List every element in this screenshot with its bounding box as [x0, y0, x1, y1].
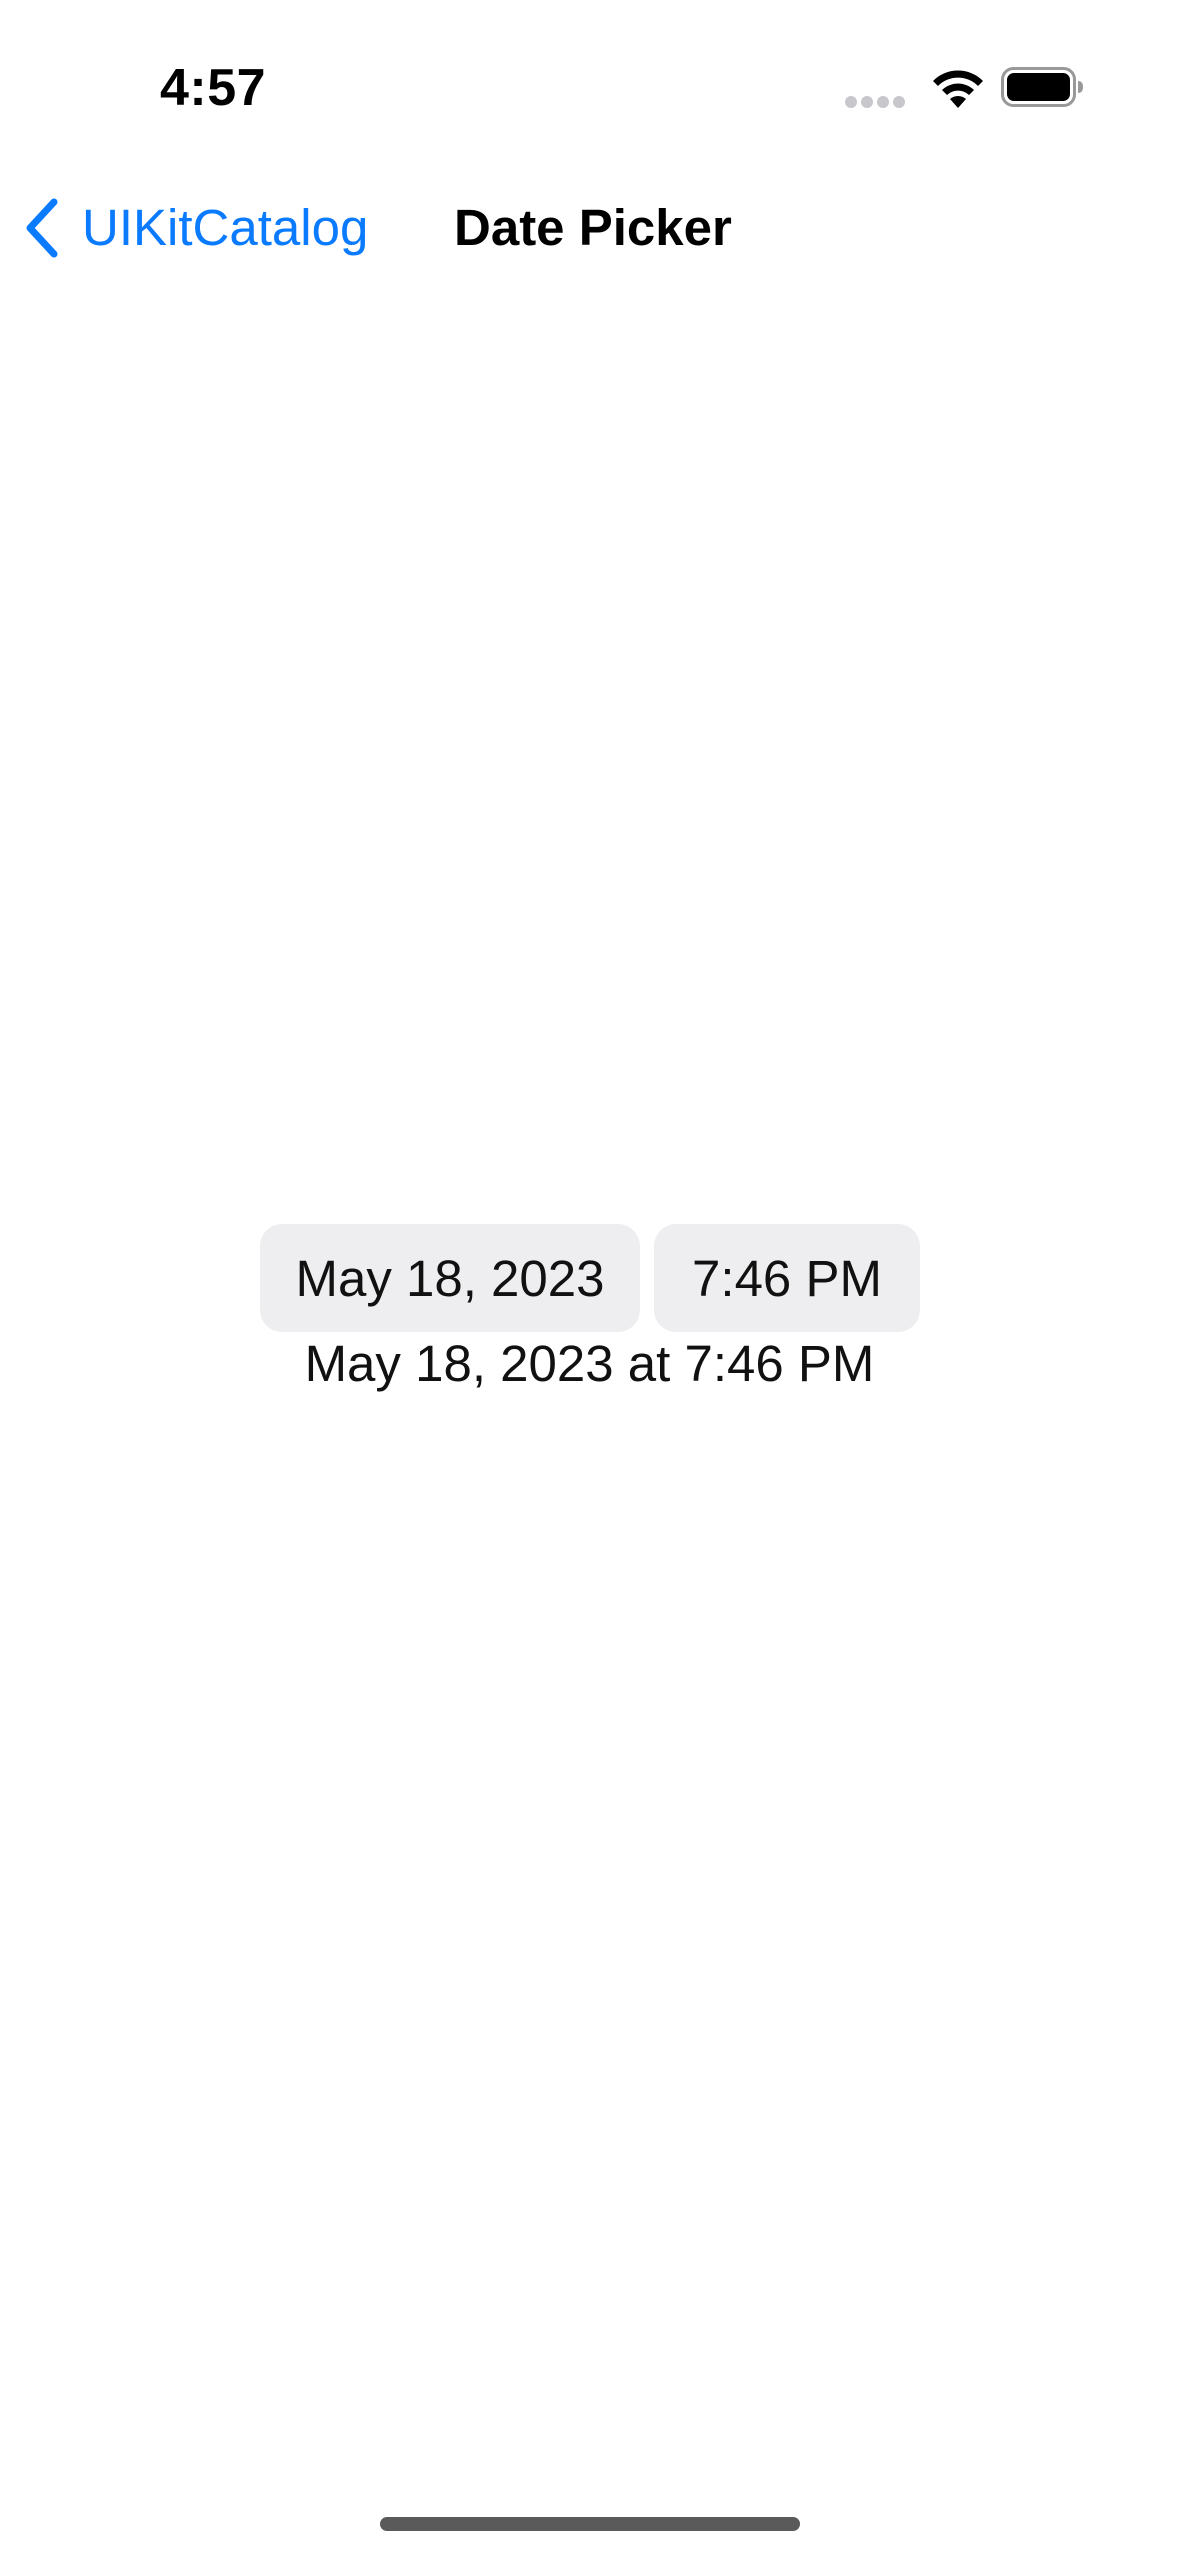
date-picker: May 18, 2023 7:46 PM [260, 1224, 920, 1332]
date-picker-time-button[interactable]: 7:46 PM [654, 1224, 920, 1332]
status-bar: 4:57 [0, 0, 1179, 170]
chevron-left-icon [26, 198, 58, 257]
battery-icon [1001, 67, 1083, 107]
navigation-bar: UIKitCatalog Date Picker [0, 170, 1179, 285]
home-indicator[interactable] [380, 2517, 800, 2531]
status-time: 4:57 [160, 59, 267, 117]
date-picker-date-button[interactable]: May 18, 2023 [260, 1224, 640, 1332]
back-button-label: UIKitCatalog [82, 199, 369, 256]
cellular-signal-icon [845, 96, 905, 108]
selected-date-label: May 18, 2023 at 7:46 PM [304, 1335, 875, 1392]
back-button[interactable]: UIKitCatalog [20, 190, 368, 265]
page-title: Date Picker [454, 199, 732, 256]
wifi-icon [933, 70, 983, 108]
